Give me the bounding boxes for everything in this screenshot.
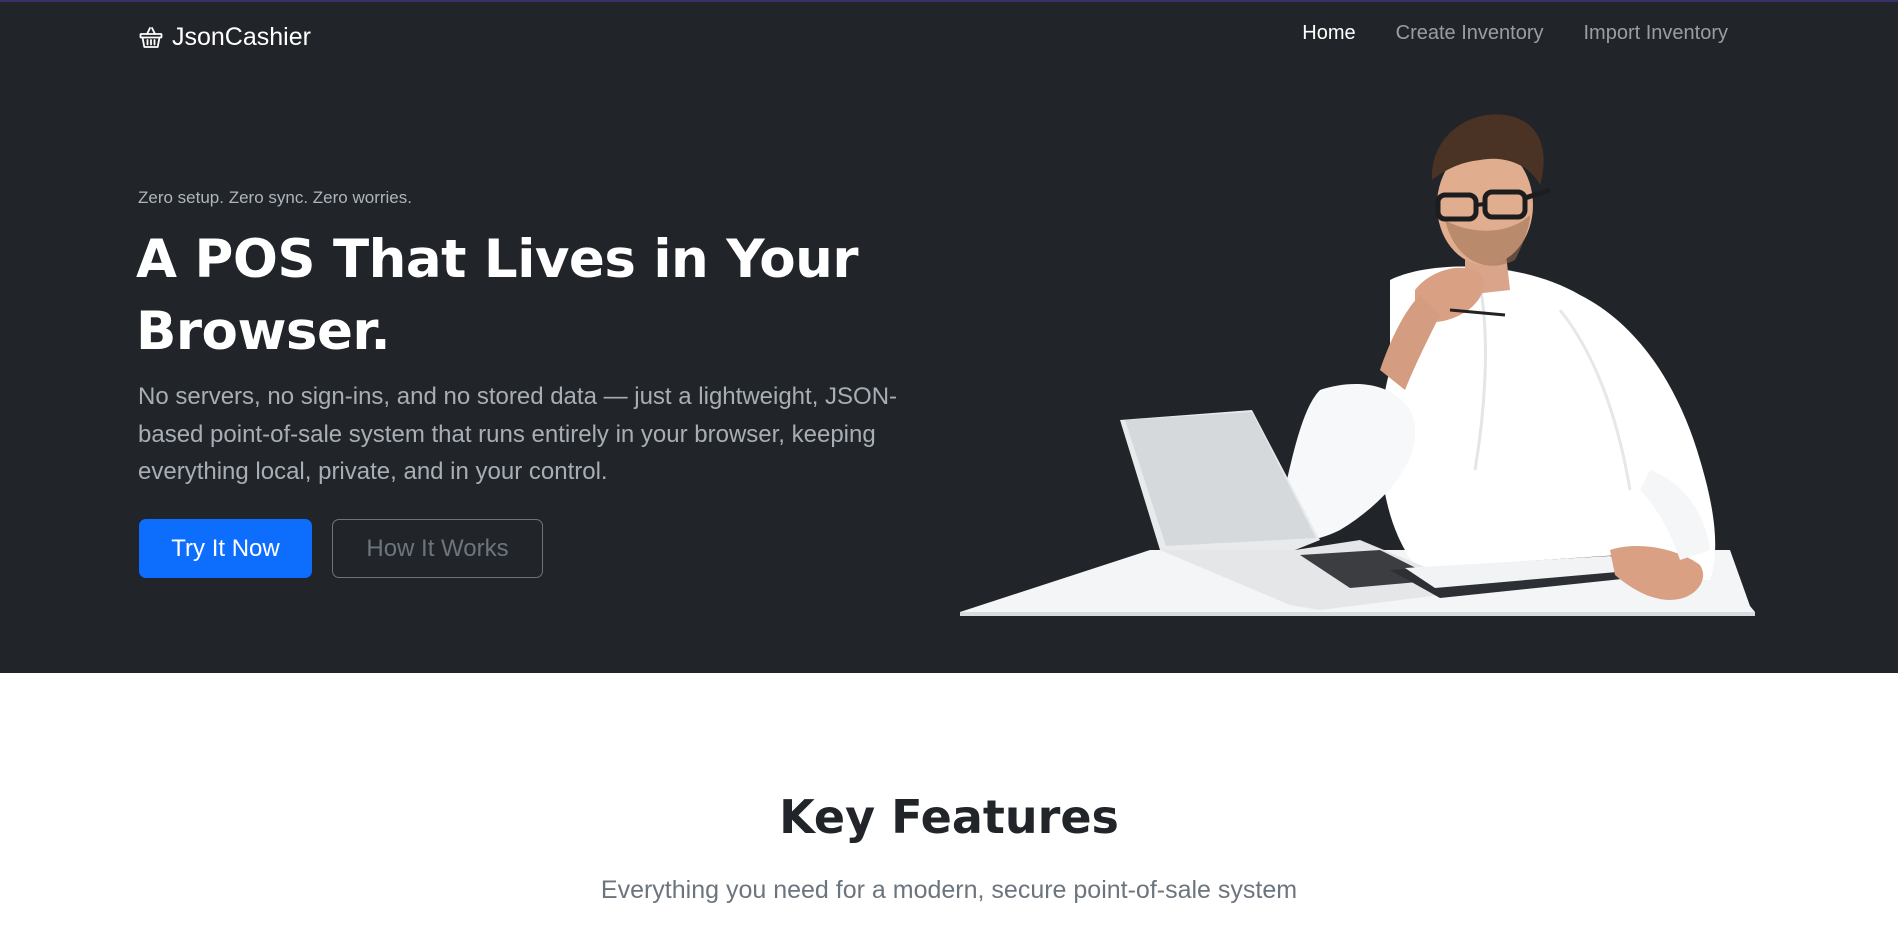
- basket-icon: [138, 24, 164, 50]
- brand-link[interactable]: JsonCashier: [138, 20, 311, 54]
- features-title: Key Features: [779, 790, 1119, 844]
- nav-link-create-inventory[interactable]: Create Inventory: [1396, 22, 1544, 45]
- nav-link-home[interactable]: Home: [1302, 22, 1355, 45]
- hero-tagline: Zero setup. Zero sync. Zero worries.: [138, 188, 412, 207]
- hero-illustration-man-with-laptop: [960, 110, 1760, 616]
- try-it-now-button[interactable]: Try It Now: [139, 519, 312, 578]
- navbar: JsonCashier Home Create Inventory Import…: [0, 0, 1898, 74]
- brand-name: JsonCashier: [172, 22, 311, 51]
- how-it-works-button[interactable]: How It Works: [332, 519, 543, 578]
- hero-headline: A POS That Lives in Your Browser.: [136, 229, 859, 362]
- hero-section: JsonCashier Home Create Inventory Import…: [0, 0, 1898, 673]
- features-subtitle: Everything you need for a modern, secure…: [600, 876, 1298, 904]
- nav-links: Home Create Inventory Import Inventory: [1302, 22, 1728, 45]
- nav-link-import-inventory[interactable]: Import Inventory: [1583, 22, 1728, 45]
- hero-lead-text: No servers, no sign-ins, and no stored d…: [138, 383, 898, 485]
